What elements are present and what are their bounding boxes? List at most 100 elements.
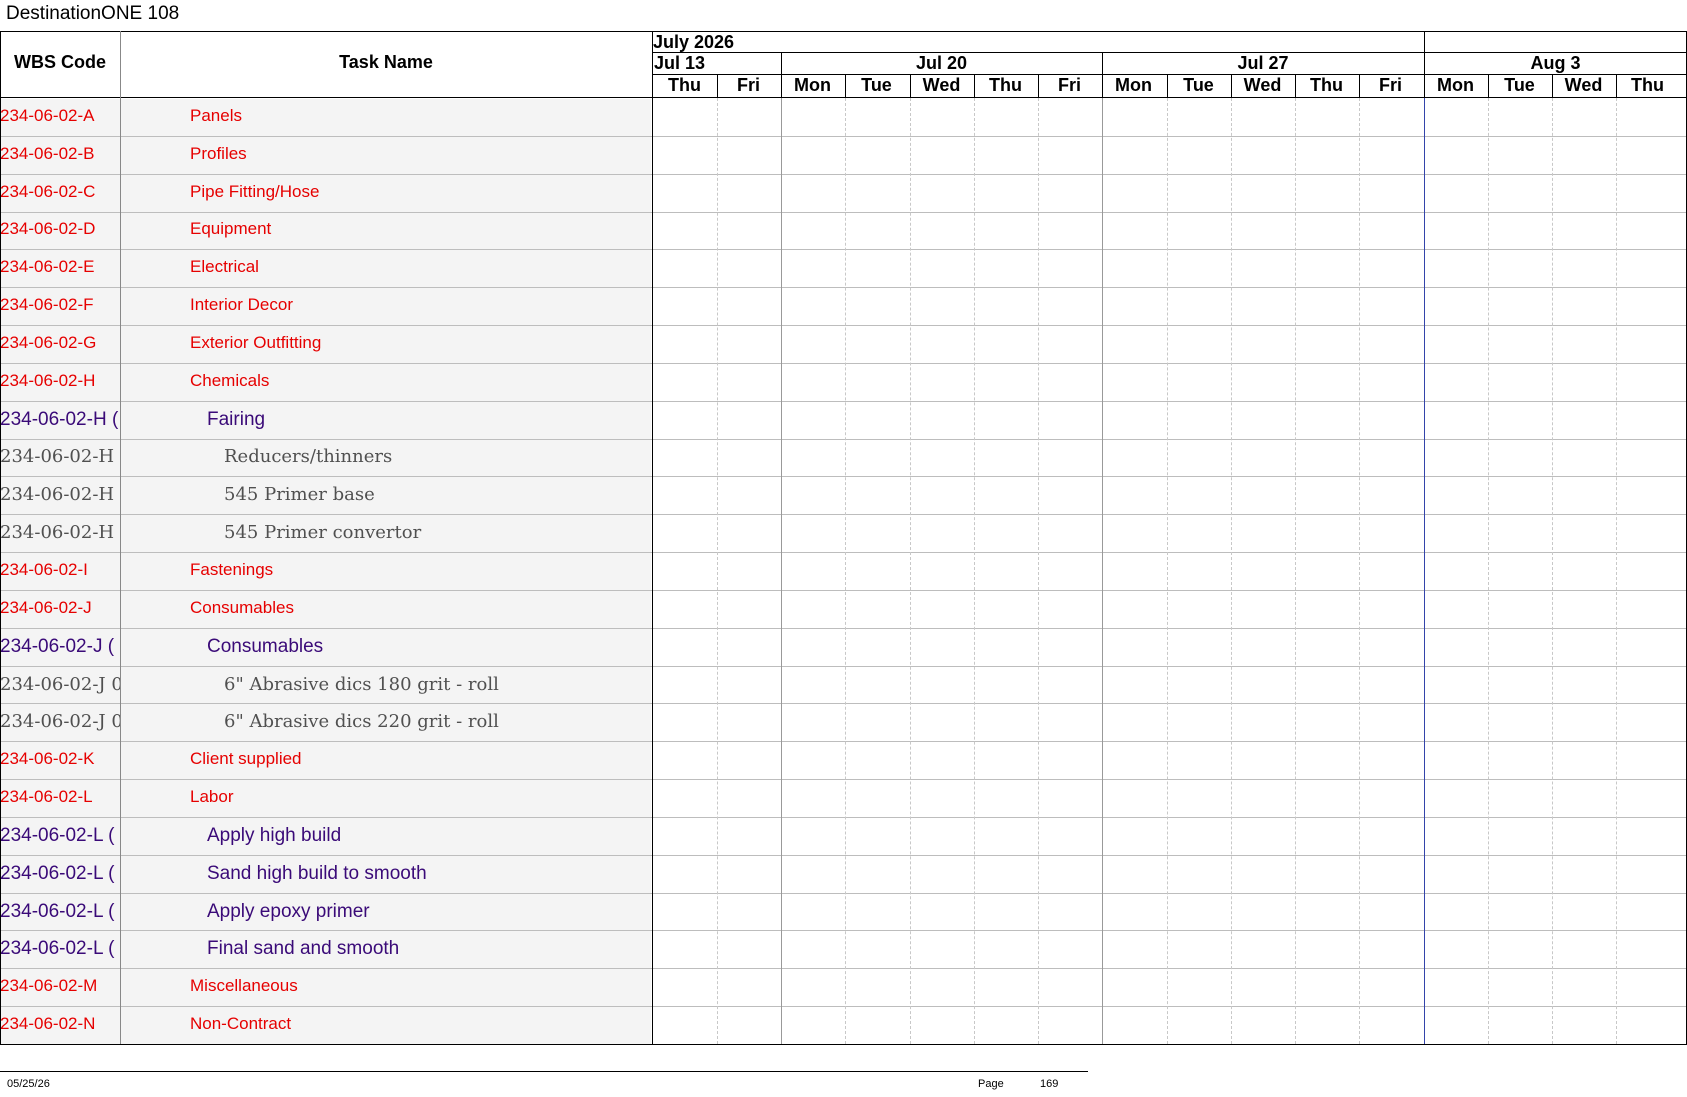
day-label: Mon xyxy=(1437,75,1474,95)
task-name-cell: 545 Primer convertor xyxy=(224,522,422,544)
wbs-code-cell: 234-06-02-L ( xyxy=(0,862,115,884)
wbs-code-cell: 234-06-02-N xyxy=(0,1014,96,1034)
week-divider xyxy=(653,74,1687,75)
wbs-code-cell: 234-06-02-I xyxy=(0,560,88,579)
task-name-header: Task Name xyxy=(339,52,433,72)
task-name-cell: Panels xyxy=(190,105,242,125)
wbs-column-border xyxy=(120,31,121,1044)
task-name-cell: Pipe Fitting/Hose xyxy=(190,181,320,201)
task-name-cell: Exterior Outfitting xyxy=(190,332,322,352)
task-name-cell: Electrical xyxy=(190,257,259,277)
day-label: Thu xyxy=(989,75,1022,95)
day-separator xyxy=(1295,74,1296,98)
day-separator xyxy=(1616,74,1617,98)
task-name-cell: 545 Primer base xyxy=(224,484,375,506)
day-label: Thu xyxy=(1631,75,1664,95)
month-divider xyxy=(653,52,1687,53)
task-name-cell: Sand high build to smooth xyxy=(207,862,427,884)
task-name-cell: Apply high build xyxy=(207,824,342,846)
footer-divider xyxy=(0,1071,1088,1072)
header-bottom-border xyxy=(0,97,1687,98)
day-gridline xyxy=(845,98,846,1044)
footer-page-number: 169 xyxy=(1040,1078,1059,1090)
day-label: Wed xyxy=(1243,75,1282,95)
task-name-cell: Final sand and smooth xyxy=(207,938,400,960)
task-name-cell: Miscellaneous xyxy=(190,976,298,996)
day-label: Wed xyxy=(922,75,961,95)
day-gridline xyxy=(717,98,718,1044)
wbs-code-cell: 234-06-02-K xyxy=(0,749,95,769)
task-name-cell: Profiles xyxy=(190,143,247,163)
wbs-code-cell: 234-06-02-J 01 xyxy=(0,673,120,695)
day-gridline xyxy=(1552,98,1553,1044)
wbs-code-header: WBS Code xyxy=(14,52,106,72)
task-name-cell: Consumables xyxy=(207,635,324,657)
task-name-cell: Apply epoxy primer xyxy=(207,900,370,922)
task-name-cell: 6" Abrasive dics 180 grit - roll xyxy=(224,673,499,695)
week-label: Jul 13 xyxy=(654,53,706,73)
day-gridline xyxy=(910,98,911,1044)
day-label: Tue xyxy=(1183,75,1214,95)
task-name-cell: Interior Decor xyxy=(190,295,293,315)
day-gridline xyxy=(1038,98,1039,1044)
task-name-cell: 6" Abrasive dics 220 grit - roll xyxy=(224,711,499,733)
day-separator xyxy=(974,74,975,98)
wbs-code-cell: 234-06-02-G xyxy=(0,332,97,352)
wbs-code-cell: 234-06-02-H 01 xyxy=(0,484,120,506)
task-name-cell: Non-Contract xyxy=(190,1014,292,1034)
wbs-code-cell: 234-06-02-C xyxy=(0,181,96,201)
wbs-code-cell: 234-06-02-B xyxy=(0,143,95,163)
week-separator xyxy=(1102,52,1103,98)
table-bottom-border xyxy=(0,1044,1687,1045)
day-gridline xyxy=(1616,98,1617,1044)
wbs-code-cell: 234-06-02-E xyxy=(0,257,95,277)
wbs-code-cell: 234-06-02-D xyxy=(0,219,96,239)
day-label: Tue xyxy=(1504,75,1535,95)
day-gridline xyxy=(1295,98,1296,1044)
day-separator xyxy=(1231,74,1232,98)
wbs-code-cell: 234-06-02-H 01 xyxy=(0,522,120,544)
task-name-cell: Reducers/thinners xyxy=(224,446,393,468)
wbs-code-cell: 234-06-02-A xyxy=(0,105,95,125)
wbs-code-cell: 234-06-02-J xyxy=(0,597,92,617)
month-header: July 2026 xyxy=(653,32,735,52)
day-separator xyxy=(1359,74,1360,98)
task-name-cell: Fastenings xyxy=(190,560,274,579)
wbs-code-cell: 234-06-02-L xyxy=(0,787,93,807)
day-separator xyxy=(910,74,911,98)
table-left-border xyxy=(0,31,1,1044)
wbs-code-cell: 234-06-02-J ( xyxy=(0,635,115,657)
day-label: Mon xyxy=(794,75,831,95)
week-separator xyxy=(781,52,782,98)
task-name-cell: Fairing xyxy=(207,408,266,430)
day-gridline xyxy=(974,98,975,1044)
gantt-table: WBS Code Task Name July 2026 Jul 13 Jul 2… xyxy=(0,31,1687,1046)
day-separator xyxy=(1552,74,1553,98)
wbs-code-cell: 234-06-02-H ( xyxy=(0,408,119,430)
day-label: Mon xyxy=(1115,75,1152,95)
task-name-cell: Chemicals xyxy=(190,370,270,390)
day-gridline xyxy=(1488,98,1489,1044)
document-title: DestinationONE 108 xyxy=(6,3,180,24)
task-name-cell: Client supplied xyxy=(190,749,302,769)
wbs-code-cell: 234-06-02-M xyxy=(0,976,98,996)
day-gridline xyxy=(1167,98,1168,1044)
task-name-cell: Consumables xyxy=(190,597,294,617)
day-gridline xyxy=(1231,98,1232,1044)
task-column-border xyxy=(652,31,653,1044)
week-gridline xyxy=(1102,98,1103,1044)
task-name-cell: Labor xyxy=(190,787,234,807)
week-start-marker xyxy=(1424,98,1425,1044)
day-separator xyxy=(1038,74,1039,98)
footer-date: 05/25/26 xyxy=(7,1078,50,1090)
day-label: Wed xyxy=(1564,75,1603,95)
day-separator xyxy=(717,74,718,98)
day-label: Thu xyxy=(668,75,701,95)
day-separator xyxy=(845,74,846,98)
footer-page-label: Page xyxy=(978,1078,1004,1090)
day-label: Fri xyxy=(1378,75,1402,95)
day-gridline xyxy=(1359,98,1360,1044)
wbs-code-cell: 234-06-02-L ( xyxy=(0,824,115,846)
day-label: Thu xyxy=(1310,75,1343,95)
day-label: Fri xyxy=(1057,75,1081,95)
